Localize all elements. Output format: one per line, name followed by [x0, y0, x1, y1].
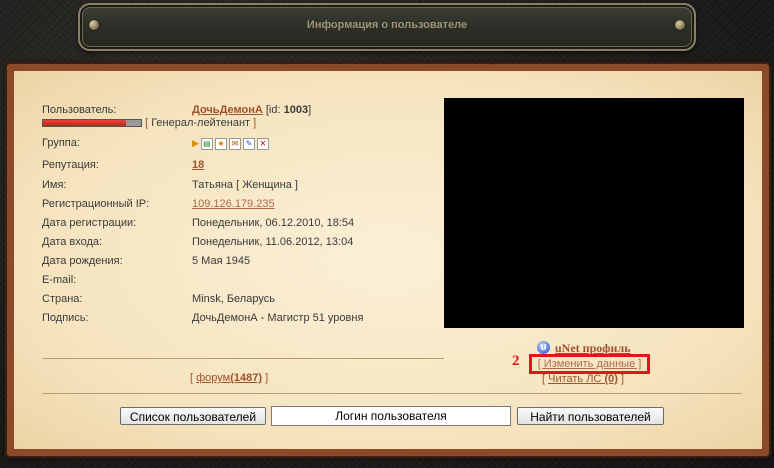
edit-data-highlight: [ Изменить данные ] [529, 354, 650, 374]
forum-close: ] [265, 372, 269, 384]
gender-value: [ Женщина ] [236, 179, 298, 191]
user-label: Пользователь: [42, 104, 117, 116]
regip-link[interactable]: 109.126.179.235 [192, 198, 275, 210]
divider [42, 358, 444, 359]
stats-icon[interactable]: ▤ [200, 138, 213, 151]
reputation-label: Репутация: [42, 159, 99, 171]
group-icons: ▶ ▤ ★ ✉ ✎ ✕ [192, 138, 269, 151]
user-id: 1003 [283, 104, 309, 116]
name-value: Татьяна [192, 179, 234, 191]
id-suffix: ] [308, 104, 312, 116]
name-label: Имя: [42, 179, 67, 191]
arrow-icon[interactable]: ▶ [192, 138, 199, 150]
page-title: Информация о пользователе [306, 19, 468, 31]
group-label: Группа: [42, 137, 80, 149]
rank-progress-empty [126, 120, 141, 127]
user-list-button[interactable]: Список пользователей [120, 407, 266, 425]
read-pm-link[interactable]: Читать ЛС (0) [548, 373, 618, 385]
forum-link[interactable]: форум(1487) [196, 372, 262, 384]
rank-close: ] [253, 117, 257, 129]
email-label: E-mail: [42, 274, 77, 286]
rank-open: [ [145, 117, 149, 129]
regdate-value: Понедельник, 06.12.2010, 18:54 [192, 217, 355, 229]
signature-value: ДочьДемонА - Магистр 51 уровня [192, 312, 364, 324]
birth-value: 5 Мая 1945 [192, 255, 251, 267]
forum-open: [ [190, 372, 194, 384]
login-date-value: Понедельник, 11.06.2012, 13:04 [192, 236, 354, 248]
star-icon[interactable]: ★ [214, 138, 227, 151]
forum-label: форум [196, 372, 231, 384]
signature-label: Подпись: [42, 312, 89, 324]
reputation-link[interactable]: 18 [192, 159, 204, 171]
pm-label: Читать ЛС [548, 373, 602, 385]
edit-icon[interactable]: ✎ [242, 138, 255, 151]
rank-title: Генерал-лейтенант [151, 117, 251, 129]
login-date-label: Дата входа: [42, 236, 103, 248]
pm-close: ] [620, 373, 625, 385]
annotation-marker: 2 [512, 353, 520, 369]
pm-link-group: [ Читать ЛС (0) ] [542, 373, 624, 385]
regip-label: Регистрационный IP: [42, 198, 150, 210]
id-prefix: [id: [265, 104, 281, 116]
find-users-button[interactable]: Найти пользователей [517, 407, 664, 425]
ban-icon[interactable]: ✕ [256, 138, 269, 151]
regdate-label: Дата регистрации: [42, 217, 137, 229]
login-search-input[interactable] [271, 406, 511, 426]
forum-count: (1487) [230, 372, 263, 384]
divider [42, 393, 742, 394]
username-link[interactable]: ДочьДемонА [192, 104, 263, 116]
country-value: Minsk, Беларусь [192, 293, 275, 305]
country-label: Страна: [42, 293, 83, 305]
avatar-image [444, 98, 744, 328]
note-icon[interactable]: ✉ [228, 138, 241, 151]
pm-open: [ [542, 373, 546, 385]
rank-progress-bar [42, 119, 142, 128]
pm-count: (0) [604, 373, 618, 385]
forum-link-group: [ форум(1487) ] [190, 372, 268, 384]
edit-data-link[interactable]: [ Изменить данные ] [538, 358, 642, 370]
unet-icon[interactable]: U [537, 341, 550, 354]
birth-label: Дата рождения: [42, 255, 123, 267]
profile-panel: Пользователь: ДочьДемонА [id: 1003] [ Ге… [7, 64, 769, 456]
header-plaque: Информация о пользователе [78, 3, 696, 51]
